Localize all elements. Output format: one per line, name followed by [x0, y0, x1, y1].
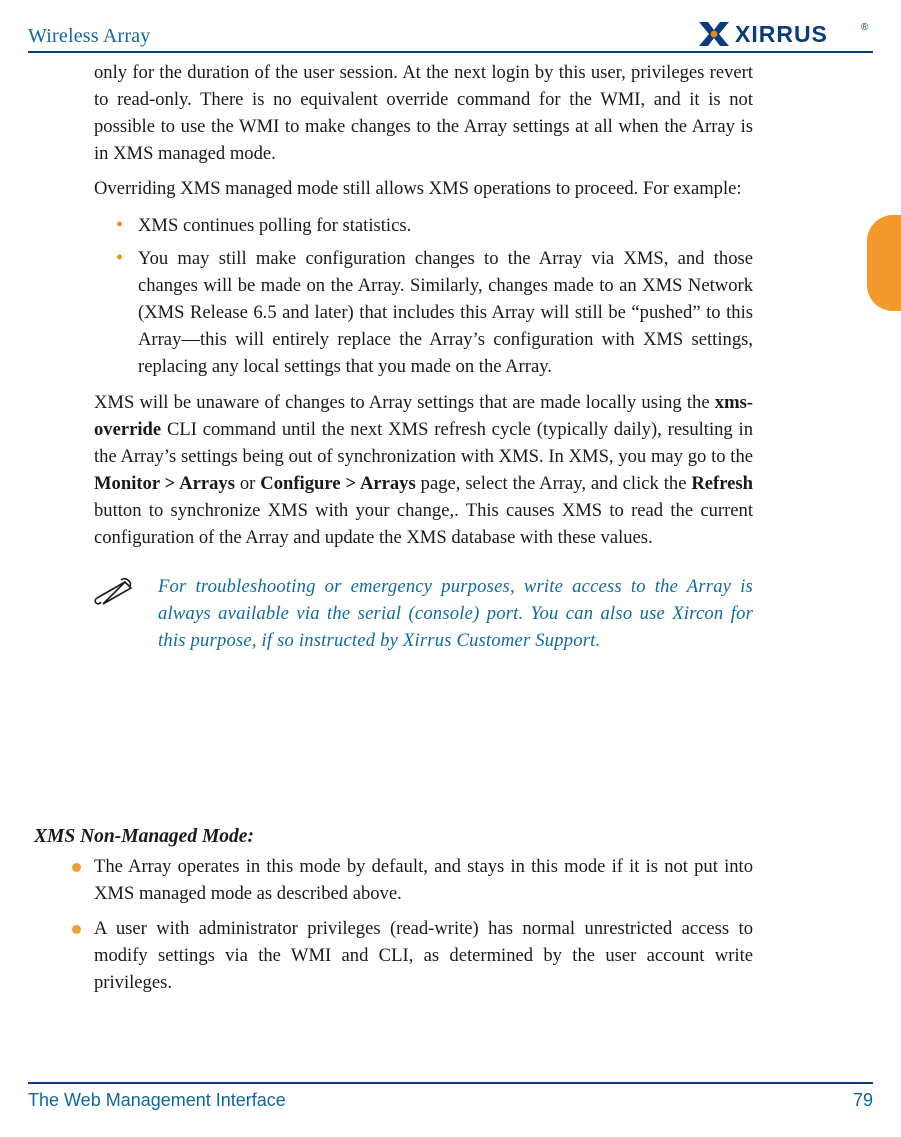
- inner-bullet-list: XMS continues polling for statistics. Yo…: [94, 213, 753, 381]
- page: Wireless Array XIRRUS ® only for the dur…: [0, 0, 901, 1137]
- xirrus-logo-icon: XIRRUS ®: [699, 20, 873, 48]
- list-item: You may still make configuration changes…: [138, 246, 753, 381]
- header-title: Wireless Array: [28, 25, 151, 48]
- paragraph: only for the duration of the user sessio…: [94, 60, 753, 168]
- bold-text: Monitor > Arrays: [94, 473, 235, 494]
- page-header: Wireless Array XIRRUS ®: [28, 14, 873, 53]
- text: CLI command until the next XMS refresh c…: [94, 419, 753, 467]
- section-tab-icon: [867, 215, 901, 311]
- text: XMS will be unaware of changes to Array …: [94, 392, 715, 413]
- note-text: For troubleshooting or emergency purpose…: [158, 574, 753, 655]
- subsection-heading: XMS Non-Managed Mode:: [34, 826, 753, 848]
- note-block: For troubleshooting or emergency purpose…: [90, 574, 753, 655]
- footer-left: The Web Management Interface: [28, 1090, 286, 1111]
- page-footer: The Web Management Interface 79: [28, 1082, 873, 1111]
- brand-wordmark: XIRRUS: [735, 21, 828, 47]
- list-item: The Array operates in this mode by defau…: [94, 854, 753, 908]
- bold-text: Refresh: [691, 473, 753, 494]
- text: button to synchronize XMS with your chan…: [94, 500, 753, 548]
- brand-logo: XIRRUS ®: [699, 20, 873, 48]
- paragraph: Overriding XMS managed mode still allows…: [94, 176, 753, 203]
- list-item: XMS continues polling for statistics.: [138, 213, 753, 240]
- svg-text:®: ®: [861, 22, 869, 33]
- bold-text: Configure > Arrays: [260, 473, 415, 494]
- text: or: [235, 473, 260, 494]
- body-content: only for the duration of the user sessio…: [94, 60, 753, 669]
- footer-page-number: 79: [853, 1090, 873, 1111]
- text: page, select the Array, and click the: [416, 473, 692, 494]
- note-icon: [90, 576, 136, 615]
- paragraph: XMS will be unaware of changes to Array …: [94, 390, 753, 552]
- subsection: XMS Non-Managed Mode: The Array operates…: [34, 826, 753, 1005]
- outer-bullet-list: The Array operates in this mode by defau…: [34, 854, 753, 997]
- list-item: A user with administrator privileges (re…: [94, 916, 753, 997]
